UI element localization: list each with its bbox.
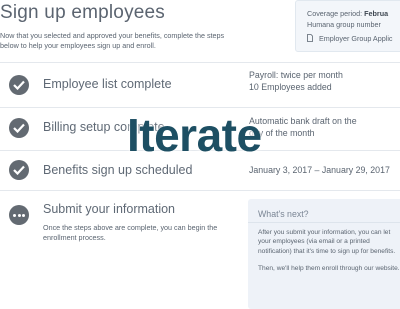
- divider: [0, 190, 400, 191]
- whats-next-body: After you submit your information, you c…: [258, 228, 400, 282]
- step-submit-info[interactable]: Submit your information: [43, 202, 175, 216]
- whats-next-panel: What's next? After you submit your infor…: [248, 199, 400, 309]
- payroll-frequency: Payroll: twice per month: [249, 70, 343, 80]
- billing-detail-line2: day of the month: [249, 128, 315, 139]
- step-employee-list[interactable]: Employee list complete: [43, 77, 172, 91]
- step-detail: Payroll: twice per month 10 Employees ad…: [249, 69, 343, 93]
- group-number: Humana group number: [307, 20, 381, 29]
- billing-detail-line1: Automatic bank draft on the: [249, 116, 357, 126]
- document-icon: [307, 34, 313, 42]
- coverage-panel: Coverage period: Februa Humana group num…: [295, 0, 400, 52]
- divider: [0, 62, 400, 63]
- whats-next-title: What's next?: [258, 209, 309, 219]
- iterate-overlay: Iterate: [127, 109, 262, 161]
- whats-next-paragraph: Then, we'll help them enroll through our…: [258, 265, 400, 273]
- enrollment-dates: January 3, 2017 – January 29, 2017: [249, 165, 390, 175]
- check-circle-icon: [9, 160, 29, 180]
- page-title: Sign up employees: [0, 2, 166, 23]
- coverage-period-label: Coverage period:: [307, 9, 363, 18]
- check-circle-icon: [9, 118, 29, 138]
- coverage-period-value: Februa: [364, 9, 389, 18]
- employees-added: 10 Employees added: [249, 82, 332, 93]
- more-dots-icon: [9, 205, 29, 225]
- whats-next-paragraph: After you submit your information, you c…: [258, 229, 396, 255]
- divider: [248, 222, 400, 223]
- step-benefits-signup[interactable]: Benefits sign up scheduled: [43, 163, 192, 177]
- check-circle-icon: [9, 75, 29, 95]
- step-detail: Automatic bank draft on the day of the m…: [249, 115, 357, 139]
- intro-text: Now that you selected and approved your …: [0, 31, 225, 50]
- coverage-period: Coverage period: Februa: [307, 9, 388, 18]
- employer-application-link[interactable]: Employer Group Applic: [319, 34, 393, 43]
- submit-description: Once the steps above are complete, you c…: [43, 223, 218, 242]
